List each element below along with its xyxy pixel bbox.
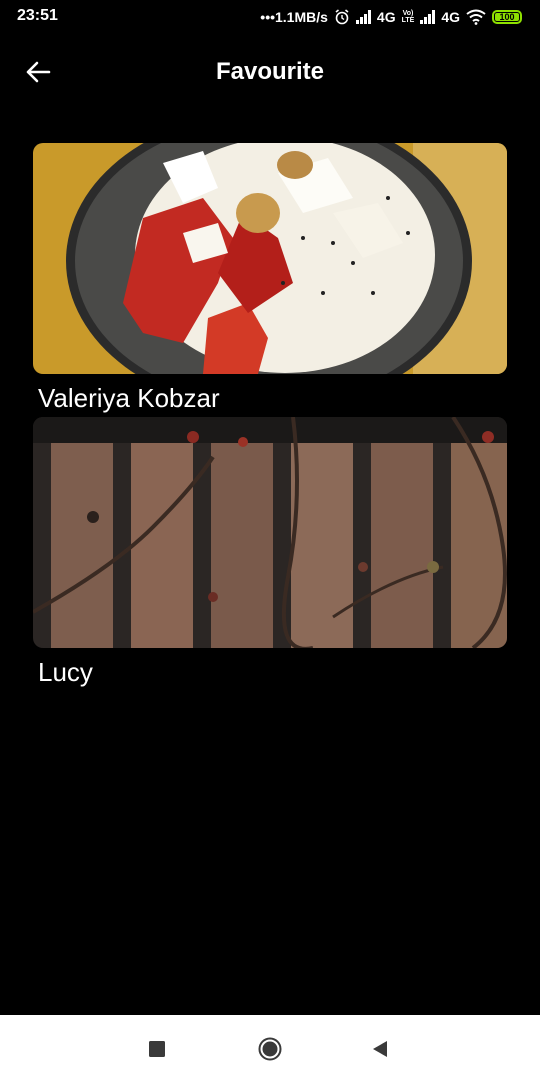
home-button[interactable] bbox=[256, 1035, 284, 1063]
alarm-icon bbox=[335, 9, 349, 25]
net-speed: •••1.1MB/s bbox=[260, 9, 328, 25]
battery-level: 100 bbox=[499, 12, 515, 22]
nav-back-button[interactable] bbox=[366, 1035, 394, 1063]
arrow-left-icon bbox=[26, 61, 51, 83]
favourite-card[interactable]: Lucy bbox=[33, 417, 507, 688]
circle-icon bbox=[258, 1037, 282, 1061]
status-time: 23:51 bbox=[17, 7, 58, 24]
favourite-image[interactable] bbox=[33, 417, 507, 648]
food-bowl-image bbox=[33, 143, 507, 374]
status-icons: •••1.1MB/s 4G Vo) LTE 4G 100 bbox=[260, 6, 522, 28]
battery-icon: 100 bbox=[492, 10, 522, 24]
network-type-2: 4G bbox=[441, 9, 460, 25]
network-type-1: 4G bbox=[376, 9, 396, 25]
signal-icon-1 bbox=[355, 10, 371, 24]
recents-button[interactable] bbox=[143, 1035, 171, 1063]
signal-icon-2 bbox=[420, 10, 436, 24]
page-title: Favourite bbox=[215, 58, 325, 85]
triangle-back-icon bbox=[373, 1041, 387, 1057]
favourite-name: Lucy bbox=[38, 657, 93, 687]
system-nav-bar bbox=[0, 1015, 540, 1080]
volte-icon: Vo) LTE bbox=[401, 10, 415, 24]
back-button[interactable] bbox=[20, 56, 56, 88]
square-icon bbox=[149, 1041, 165, 1057]
wifi-icon bbox=[466, 9, 486, 25]
favourite-name: Valeriya Kobzar bbox=[38, 383, 220, 413]
favourite-image[interactable] bbox=[33, 143, 507, 374]
favourite-card[interactable]: Valeriya Kobzar bbox=[33, 143, 507, 414]
fence-shadow-image bbox=[33, 417, 507, 648]
status-bar: 23:51 •••1.1MB/s 4G Vo) LTE 4G 100 bbox=[0, 0, 540, 34]
